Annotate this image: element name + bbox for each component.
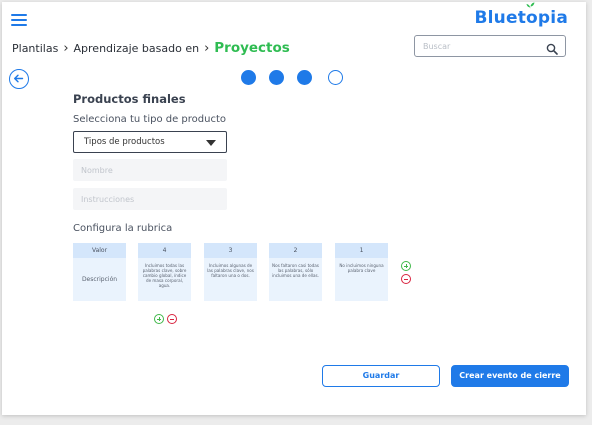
step-2-indicator — [269, 70, 284, 85]
breadcrumb-current: Proyectos — [214, 40, 290, 56]
add-column-icon[interactable] — [401, 261, 411, 271]
name-field — [73, 159, 227, 181]
product-type-select[interactable]: Tipos de productos — [73, 131, 227, 153]
rubric-column[interactable]: 4 Incluimos todas las palabras clave, so… — [138, 243, 191, 301]
rubric-column[interactable]: 1 No incluimos ninguna palabra clave — [335, 243, 388, 301]
step-3-indicator — [297, 70, 312, 85]
product-type-label: Selecciona tu tipo de producto — [73, 114, 227, 125]
breadcrumb: Plantilas › Aprendizaje basado en › Proy… — [12, 40, 290, 56]
chevron-right-icon: › — [204, 41, 210, 56]
arrow-left-icon — [14, 74, 24, 83]
rubric-header-column: Valor Descripción — [73, 243, 126, 301]
step-1-indicator — [241, 70, 256, 85]
search-input[interactable] — [423, 39, 541, 53]
rubric-description-label: Descripción — [81, 276, 118, 283]
save-button[interactable]: Guardar — [322, 365, 440, 387]
remove-row-icon[interactable] — [167, 314, 177, 324]
instructions-field — [73, 188, 227, 210]
section-title: Productos finales — [73, 92, 186, 106]
app-window: Bluet opia Plantilas › Aprendizaje basado… — [2, 2, 586, 415]
chevron-right-icon: › — [63, 41, 69, 56]
rubric-column-description: No incluimos ninguna palabra clave — [339, 263, 384, 273]
instructions-input[interactable] — [81, 192, 219, 206]
rubric-value-header: Valor — [73, 243, 126, 258]
remove-column-icon[interactable] — [401, 274, 411, 284]
rubric-column[interactable]: 3 Incluimos algunas de las palabras clav… — [204, 243, 257, 301]
rubric-column-value: 2 — [269, 243, 322, 258]
step-4-indicator — [328, 70, 343, 85]
product-type-value: Tipos de productos — [84, 137, 165, 147]
rubric-column-value: 1 — [335, 243, 388, 258]
name-input[interactable] — [81, 163, 219, 177]
rubric-column-description: Nos faltaron casi todas las palabras, só… — [272, 263, 319, 278]
search-box — [414, 35, 566, 57]
search-icon[interactable] — [546, 40, 558, 59]
caret-down-icon — [206, 140, 216, 146]
brand-logo: Bluet opia — [474, 2, 568, 28]
rubric-column-description: Incluimos todas las palabras clave, sobr… — [142, 263, 187, 288]
menu-icon[interactable] — [11, 14, 27, 26]
breadcrumb-item-plantillas[interactable]: Plantilas — [12, 42, 58, 55]
rubric-column-description: Incluimos algunas de las palabras clave,… — [207, 263, 254, 278]
create-closing-event-button[interactable]: Crear evento de cierre — [451, 365, 569, 387]
rubric-column-value: 4 — [138, 243, 191, 258]
back-button[interactable] — [9, 69, 29, 89]
rubric-label: Configura la rubrica — [73, 223, 173, 234]
rubric-column[interactable]: 2 Nos faltaron casi todas las palabras, … — [269, 243, 322, 301]
breadcrumb-item-aprendizaje[interactable]: Aprendizaje basado en — [74, 42, 200, 55]
rubric-column-value: 3 — [204, 243, 257, 258]
sprout-icon: o — [526, 2, 538, 28]
add-row-icon[interactable] — [154, 314, 164, 324]
